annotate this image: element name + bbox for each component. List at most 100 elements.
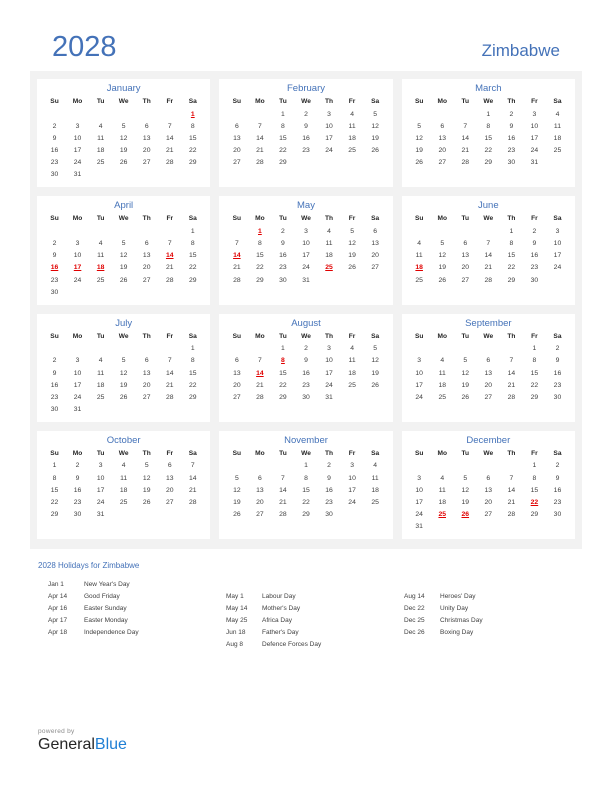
day-cell[interactable]: 30 [43,286,66,298]
day-cell[interactable]: 7 [158,120,181,132]
day-cell[interactable]: 22 [43,497,66,509]
day-cell[interactable]: 31 [294,274,317,286]
day-cell[interactable]: 10 [408,484,431,496]
day-cell[interactable]: 16 [66,484,89,496]
day-cell[interactable]: 31 [408,521,431,533]
day-cell[interactable]: 10 [318,355,341,367]
day-cell[interactable]: 15 [271,367,294,379]
day-cell[interactable]: 18 [431,379,454,391]
day-cell[interactable]: 4 [318,225,341,237]
day-cell[interactable]: 6 [364,225,387,237]
day-cell[interactable]: 29 [271,392,294,404]
day-cell-holiday[interactable]: 16 [43,262,66,274]
day-cell[interactable]: 23 [43,274,66,286]
day-cell[interactable]: 13 [225,367,248,379]
day-cell[interactable]: 17 [66,379,89,391]
day-cell[interactable]: 19 [112,145,135,157]
day-cell[interactable]: 13 [158,472,181,484]
day-cell[interactable]: 10 [341,472,364,484]
day-cell[interactable]: 3 [523,108,546,120]
day-cell[interactable]: 18 [341,367,364,379]
day-cell[interactable]: 8 [500,238,523,250]
day-cell[interactable]: 16 [294,367,317,379]
day-cell[interactable]: 18 [318,250,341,262]
day-cell[interactable]: 29 [181,157,204,169]
day-cell[interactable]: 7 [454,120,477,132]
day-cell[interactable]: 23 [523,262,546,274]
day-cell[interactable]: 22 [271,379,294,391]
day-cell[interactable]: 29 [523,509,546,521]
day-cell[interactable]: 24 [66,392,89,404]
day-cell[interactable]: 25 [112,497,135,509]
day-cell[interactable]: 12 [112,250,135,262]
day-cell[interactable]: 7 [271,472,294,484]
day-cell[interactable]: 4 [546,108,569,120]
day-cell[interactable]: 3 [318,343,341,355]
day-cell[interactable]: 23 [66,497,89,509]
day-cell[interactable]: 1 [271,343,294,355]
day-cell[interactable]: 5 [112,120,135,132]
day-cell[interactable]: 14 [158,367,181,379]
day-cell[interactable]: 12 [431,250,454,262]
day-cell[interactable]: 21 [248,379,271,391]
day-cell[interactable]: 9 [546,472,569,484]
day-cell[interactable]: 11 [341,120,364,132]
day-cell[interactable]: 24 [318,145,341,157]
day-cell[interactable]: 18 [89,379,112,391]
day-cell[interactable]: 30 [523,274,546,286]
day-cell[interactable]: 16 [43,379,66,391]
day-cell[interactable]: 21 [454,145,477,157]
day-cell[interactable]: 11 [318,238,341,250]
day-cell[interactable]: 11 [341,355,364,367]
day-cell[interactable]: 11 [546,120,569,132]
day-cell[interactable]: 29 [248,274,271,286]
day-cell[interactable]: 19 [112,262,135,274]
day-cell[interactable]: 1 [477,108,500,120]
day-cell[interactable]: 24 [318,379,341,391]
day-cell[interactable]: 1 [523,343,546,355]
day-cell[interactable]: 30 [546,509,569,521]
day-cell[interactable]: 20 [477,497,500,509]
day-cell[interactable]: 9 [294,120,317,132]
day-cell[interactable]: 7 [248,120,271,132]
day-cell[interactable]: 2 [43,238,66,250]
day-cell[interactable]: 27 [135,274,158,286]
day-cell[interactable]: 26 [341,262,364,274]
day-cell[interactable]: 28 [271,509,294,521]
day-cell[interactable]: 8 [523,355,546,367]
day-cell[interactable]: 7 [500,472,523,484]
day-cell[interactable]: 4 [341,108,364,120]
day-cell[interactable]: 6 [248,472,271,484]
day-cell[interactable]: 14 [454,133,477,145]
day-cell[interactable]: 13 [364,238,387,250]
day-cell[interactable]: 23 [546,379,569,391]
day-cell[interactable]: 20 [135,379,158,391]
day-cell[interactable]: 28 [158,392,181,404]
day-cell[interactable]: 6 [158,460,181,472]
day-cell[interactable]: 17 [89,484,112,496]
day-cell[interactable]: 2 [43,355,66,367]
day-cell[interactable]: 28 [248,392,271,404]
day-cell[interactable]: 11 [89,367,112,379]
day-cell[interactable]: 2 [546,460,569,472]
day-cell[interactable]: 15 [523,484,546,496]
day-cell[interactable]: 11 [431,367,454,379]
day-cell[interactable]: 10 [318,120,341,132]
day-cell[interactable]: 5 [454,355,477,367]
day-cell-holiday[interactable]: 8 [271,355,294,367]
day-cell[interactable]: 3 [318,108,341,120]
day-cell[interactable]: 15 [500,250,523,262]
day-cell[interactable]: 3 [408,355,431,367]
day-cell[interactable]: 6 [454,238,477,250]
day-cell[interactable]: 28 [500,509,523,521]
day-cell[interactable]: 19 [364,367,387,379]
day-cell[interactable]: 5 [431,238,454,250]
day-cell[interactable]: 18 [341,133,364,145]
day-cell[interactable]: 2 [294,343,317,355]
day-cell[interactable]: 26 [364,379,387,391]
day-cell[interactable]: 9 [523,238,546,250]
day-cell[interactable]: 10 [294,238,317,250]
day-cell[interactable]: 2 [500,108,523,120]
day-cell[interactable]: 27 [364,262,387,274]
day-cell[interactable]: 16 [500,133,523,145]
